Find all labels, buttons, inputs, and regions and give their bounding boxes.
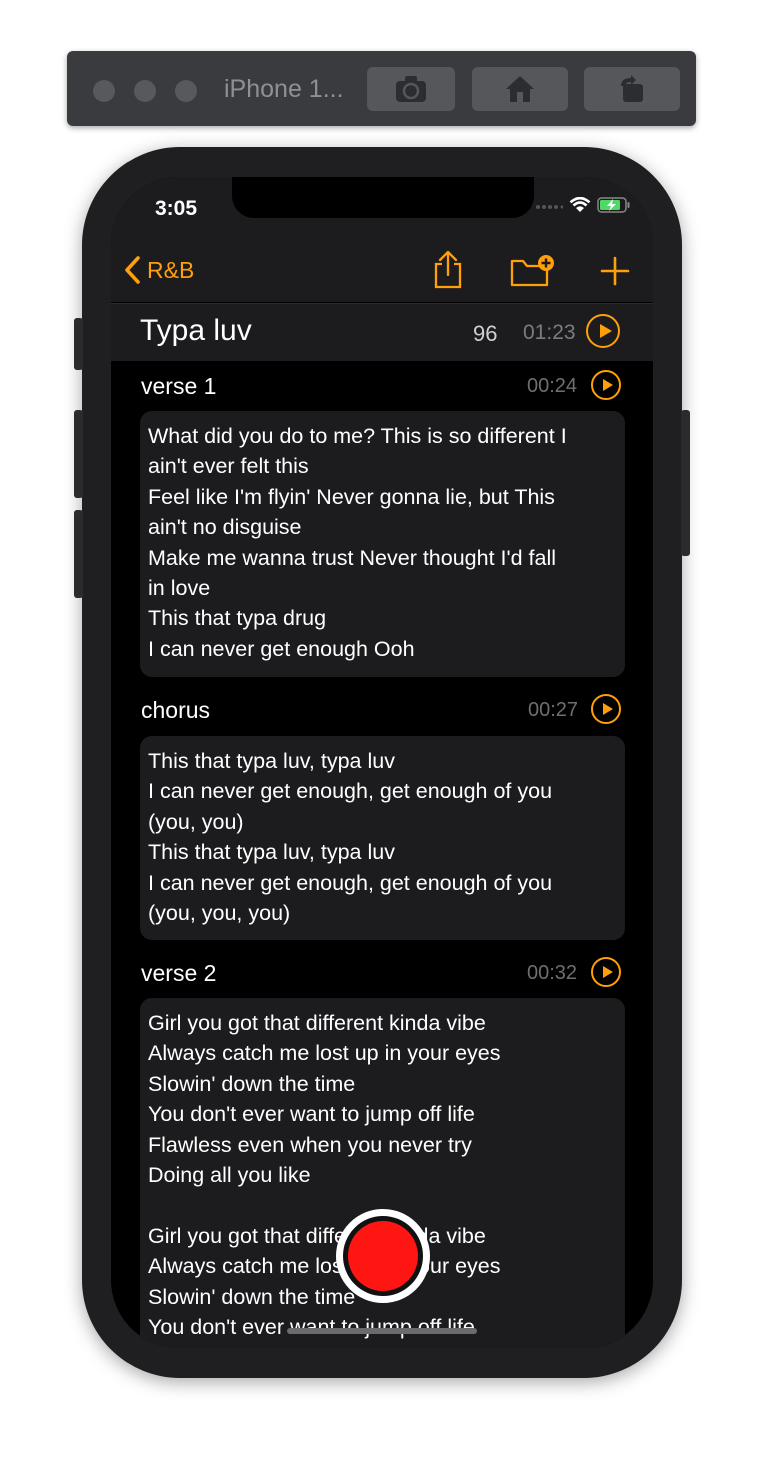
lyrics-card[interactable]: What did you do to me? This is so differ…: [140, 411, 625, 677]
phone-screen: 3:05 R&B Typa luv 96 01:23 verse 1 00:24…: [111, 177, 653, 1348]
section-name: chorus: [141, 697, 211, 723]
silent-switch: [74, 318, 83, 370]
add-icon[interactable]: [599, 255, 631, 287]
battery-charging-icon: [597, 197, 630, 213]
chevron-left-icon: [125, 256, 140, 284]
lyrics-card[interactable]: This that typa luv, typa luv I can never…: [140, 736, 625, 940]
volume-up-button: [74, 410, 83, 498]
lyric-line: I can never get enough Ooh: [148, 636, 415, 661]
play-song-button[interactable]: [586, 314, 620, 348]
share-icon[interactable]: [431, 250, 465, 290]
status-icons: [535, 197, 631, 213]
lyric-line: Make me wanna trust Never thought I'd fa…: [148, 545, 557, 570]
lyric-line: This that typa luv, typa luv: [148, 840, 395, 865]
play-section-button[interactable]: [591, 694, 621, 724]
lyric-line: in love: [148, 576, 211, 601]
lyric-line: You don't ever want to jump off life: [148, 1102, 475, 1127]
camera-icon: [396, 76, 426, 102]
screenshot-button[interactable]: [367, 67, 455, 111]
power-button: [681, 410, 690, 556]
lyric-line: What did you do to me? This is so differ…: [148, 424, 567, 448]
lyric-line: (you, you): [148, 809, 244, 834]
lyric-line: Slowin' down the time: [148, 1071, 356, 1096]
lyric-line: Girl you got that different kinda vibe: [148, 1011, 486, 1035]
section-name: verse 1: [141, 373, 217, 399]
close-window-button[interactable]: [93, 80, 115, 102]
rotate-button[interactable]: [584, 67, 680, 111]
new-folder-icon[interactable]: [509, 254, 557, 288]
section-duration: 00:32: [527, 962, 578, 984]
play-section-button[interactable]: [591, 957, 621, 987]
lyric-line: ain't no disguise: [148, 515, 302, 540]
minimize-window-button[interactable]: [134, 80, 156, 102]
home-icon: [506, 76, 534, 102]
lyric-line: Always catch me lost up in your eyes: [148, 1041, 501, 1066]
song-bpm: 96: [473, 321, 498, 346]
back-label: R&B: [147, 256, 195, 283]
simulator-title-bar: iPhone 1...: [67, 51, 696, 126]
wifi-icon: [569, 197, 591, 212]
record-button[interactable]: [336, 1209, 430, 1303]
song-header: Typa luv 96 01:23: [111, 303, 653, 361]
lyric-line: ain't ever felt this: [148, 454, 309, 479]
zoom-window-button[interactable]: [175, 80, 197, 102]
section-duration: 00:24: [527, 375, 578, 397]
lyric-line: Flawless even when you never try: [148, 1132, 472, 1157]
song-title: Typa luv: [140, 314, 252, 347]
lyric-line: I can never get enough, get enough of yo…: [148, 870, 553, 895]
status-time: 3:05: [155, 197, 198, 220]
play-section-button[interactable]: [591, 370, 621, 400]
rotate-icon: [621, 75, 643, 102]
lyric-line: Doing all you like: [148, 1163, 311, 1188]
song-duration: 01:23: [523, 321, 576, 344]
lyric-line: (you, you, you): [148, 901, 291, 926]
lyric-line: I can never get enough, get enough of yo…: [148, 779, 553, 804]
home-indicator[interactable]: [287, 1328, 477, 1334]
simulator-device-name: iPhone 1...: [224, 75, 344, 103]
lyric-line: Feel like I'm flyin' Never gonna lie, bu…: [148, 484, 555, 509]
back-button[interactable]: R&B: [123, 255, 194, 285]
home-button[interactable]: [472, 67, 568, 111]
notch: [232, 177, 534, 218]
lyric-line: This that typa drug: [148, 606, 327, 631]
signal-icon: [536, 205, 563, 209]
section-name: verse 2: [141, 960, 217, 986]
section-duration: 00:27: [528, 699, 579, 721]
volume-down-button: [74, 510, 83, 598]
lyric-line: This that typa luv, typa luv: [148, 749, 395, 773]
